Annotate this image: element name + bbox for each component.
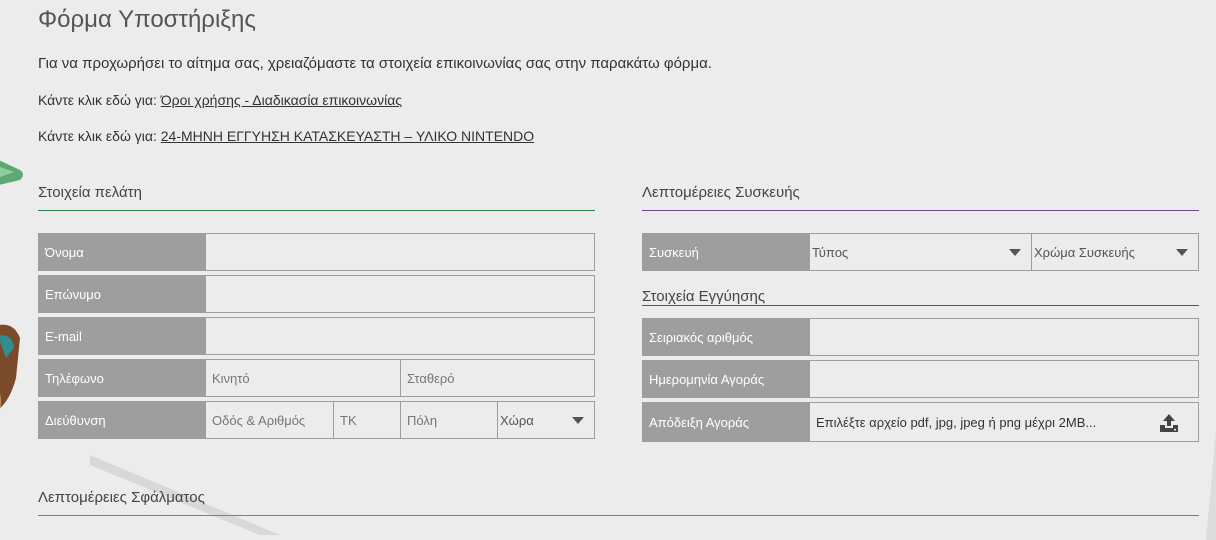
- decorative-leaf-image: [0, 160, 23, 185]
- email-label: E-mail: [38, 317, 206, 355]
- receipt-label: Απόδειξη Αγοράς: [642, 402, 810, 442]
- email-row: E-mail: [38, 317, 595, 355]
- street-input[interactable]: Οδός & Αριθμός: [206, 401, 334, 439]
- type-select[interactable]: Τύπος: [810, 233, 1032, 271]
- upload-icon[interactable]: [1159, 413, 1179, 433]
- serial-input[interactable]: [810, 318, 1199, 356]
- terms-line: Κάντε κλικ εδώ για: Όροι χρήσης - Διαδικ…: [38, 92, 402, 108]
- device-section-divider: [642, 210, 1199, 211]
- device-section-title: Λεπτομέρειες Συσκευής: [642, 184, 800, 201]
- chevron-down-icon: [1009, 248, 1021, 256]
- serial-label: Σειριακός αριθμός: [642, 318, 810, 356]
- warranty-section-divider: [642, 305, 1199, 306]
- email-input[interactable]: [206, 317, 595, 355]
- name-row: Όνομα: [38, 233, 595, 271]
- receipt-row: Απόδειξη Αγοράς Επιλέξτε αρχείο pdf, jpg…: [642, 402, 1199, 442]
- receipt-file-input[interactable]: Επιλέξτε αρχείο pdf, jpg, jpeg ή png μέχ…: [810, 402, 1199, 442]
- fault-section-title: Λεπτομέρειες Σφάλματος: [38, 489, 205, 506]
- color-select[interactable]: Χρώμα Συσκευής: [1032, 233, 1199, 271]
- chevron-down-icon: [1176, 248, 1188, 256]
- decorative-sword-image-right: [1206, 430, 1216, 540]
- customer-section-divider: [38, 210, 595, 211]
- phone-label: Τηλέφωνο: [38, 359, 206, 397]
- purchase-date-input[interactable]: [810, 360, 1199, 398]
- purchase-date-label: Ημερομηνία Αγοράς: [642, 360, 810, 398]
- purchase-date-row: Ημερομηνία Αγοράς: [642, 360, 1199, 398]
- fault-section-divider: [38, 515, 1199, 516]
- decorative-character-image: [0, 324, 20, 410]
- chevron-down-icon: [572, 416, 584, 424]
- color-select-value: Χρώμα Συσκευής: [1034, 244, 1135, 260]
- warranty-line: Κάντε κλικ εδώ για: 24-ΜΗΝΗ ΕΓΓΥΗΣΗ ΚΑΤΑ…: [38, 128, 534, 144]
- address-row: Διεύθυνση Οδός & Αριθμός ΤΚ Πόλη Χώρα: [38, 401, 595, 439]
- phone-row: Τηλέφωνο Κινητό Σταθερό: [38, 359, 595, 397]
- page-title: Φόρμα Υποστήριξης: [38, 6, 256, 33]
- surname-input[interactable]: [206, 275, 595, 313]
- click-prefix: Κάντε κλικ εδώ για:: [38, 92, 157, 108]
- device-label: Συσκευή: [642, 233, 810, 271]
- device-row: Συσκευή Τύπος Χρώμα Συσκευής: [642, 233, 1199, 271]
- country-select-value: Χώρα: [500, 412, 534, 428]
- intro-text: Για να προχωρήσει το αίτημα σας, χρειαζό…: [38, 55, 712, 72]
- mobile-input[interactable]: Κινητό: [206, 359, 401, 397]
- zip-input[interactable]: ΤΚ: [334, 401, 401, 439]
- warranty-link[interactable]: 24-ΜΗΝΗ ΕΓΓΥΗΣΗ ΚΑΤΑΣΚΕΥΑΣΤΗ – ΥΛΙΚΟ NIN…: [161, 128, 534, 144]
- name-input[interactable]: [206, 233, 595, 271]
- type-select-value: Τύπος: [812, 244, 849, 260]
- click-prefix: Κάντε κλικ εδώ για:: [38, 128, 157, 144]
- receipt-hint: Επιλέξτε αρχείο pdf, jpg, jpeg ή png μέχ…: [816, 414, 1097, 430]
- customer-section-title: Στοιχεία πελάτη: [38, 184, 142, 201]
- country-select[interactable]: Χώρα: [498, 401, 595, 439]
- warranty-section-title: Στοιχεία Εγγύησης: [642, 288, 766, 305]
- landline-input[interactable]: Σταθερό: [401, 359, 595, 397]
- terms-link[interactable]: Όροι χρήσης - Διαδικασία επικοινωνίας: [161, 92, 402, 108]
- name-label: Όνομα: [38, 233, 206, 271]
- surname-row: Επώνυμο: [38, 275, 595, 313]
- serial-row: Σειριακός αριθμός: [642, 318, 1199, 356]
- address-label: Διεύθυνση: [38, 401, 206, 439]
- surname-label: Επώνυμο: [38, 275, 206, 313]
- city-input[interactable]: Πόλη: [401, 401, 498, 439]
